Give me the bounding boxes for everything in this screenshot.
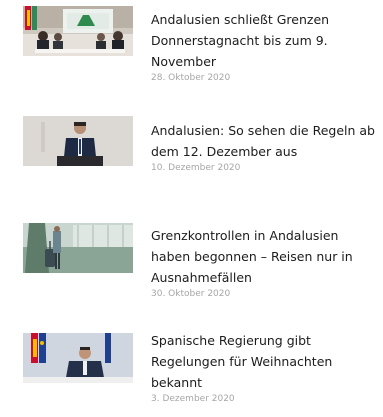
government-meeting-photo bbox=[23, 6, 133, 56]
article-thumbnail-4[interactable] bbox=[23, 333, 133, 383]
article-text-4: Spanische Regierung gibt Regelungen für … bbox=[151, 330, 381, 405]
article-item-3[interactable]: Grenzkontrollen in Andalusien haben bego… bbox=[0, 215, 383, 315]
article-title-4[interactable]: Spanische Regierung gibt Regelungen für … bbox=[151, 330, 381, 393]
article-date-4: 3. Dezember 2020 bbox=[151, 394, 235, 404]
article-thumbnail-3[interactable] bbox=[23, 223, 133, 273]
politician-at-podium-photo bbox=[23, 116, 133, 166]
article-date-2: 10. Dezember 2020 bbox=[151, 163, 241, 173]
article-thumbnail-2[interactable] bbox=[23, 116, 133, 166]
minister-with-flags-photo bbox=[23, 333, 133, 383]
article-list: Andalusien schließt Grenzen Donnerstagna… bbox=[0, 0, 383, 417]
traveler-with-suitcase-photo bbox=[23, 223, 133, 273]
article-item-2[interactable]: Andalusien: So sehen die Regeln ab dem 1… bbox=[0, 110, 383, 205]
article-date-1: 28. Oktober 2020 bbox=[151, 73, 231, 83]
article-thumbnail-1[interactable] bbox=[23, 6, 133, 56]
article-title-3[interactable]: Grenzkontrollen in Andalusien haben bego… bbox=[151, 225, 381, 288]
article-item-1[interactable]: Andalusien schließt Grenzen Donnerstagna… bbox=[0, 0, 383, 100]
article-date-3: 30. Oktober 2020 bbox=[151, 289, 231, 299]
article-text-3: Grenzkontrollen in Andalusien haben bego… bbox=[151, 225, 381, 300]
article-text-1: Andalusien schließt Grenzen Donnerstagna… bbox=[151, 9, 381, 84]
article-title-1[interactable]: Andalusien schließt Grenzen Donnerstagna… bbox=[151, 9, 381, 72]
article-item-4[interactable]: Spanische Regierung gibt Regelungen für … bbox=[0, 320, 383, 417]
article-title-2[interactable]: Andalusien: So sehen die Regeln ab dem 1… bbox=[151, 120, 381, 162]
article-text-2: Andalusien: So sehen die Regeln ab dem 1… bbox=[151, 120, 381, 174]
